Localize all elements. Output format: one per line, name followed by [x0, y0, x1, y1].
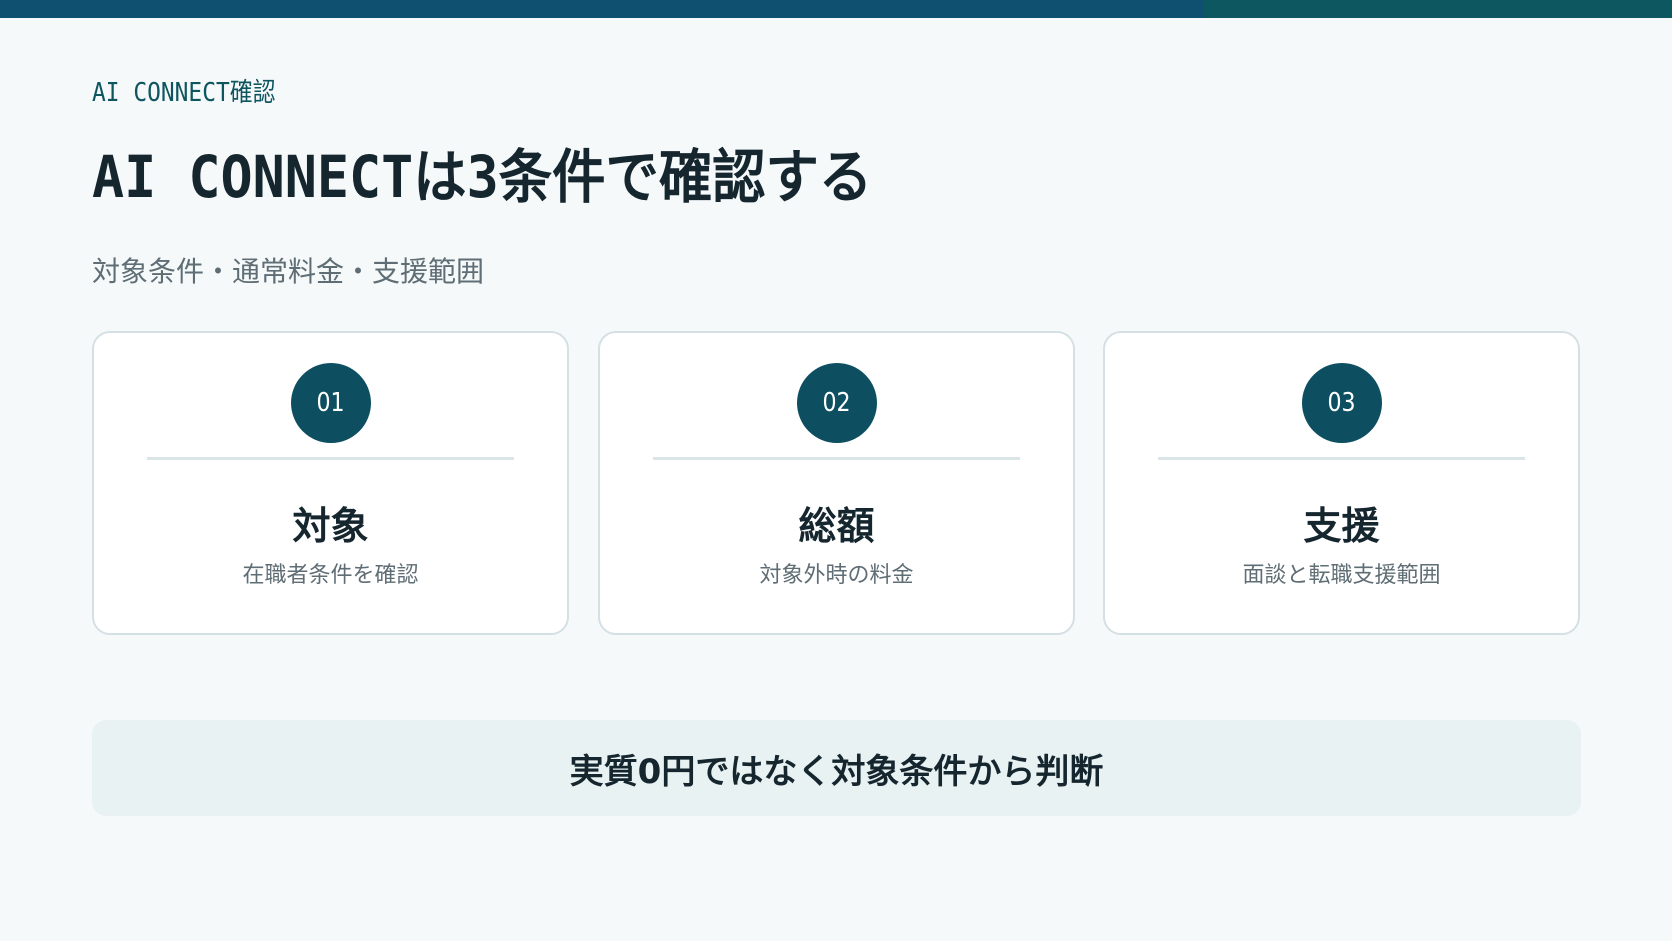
card-title: 総額: [798, 504, 875, 548]
card-title: 支援: [1303, 504, 1380, 548]
card-title: 対象: [292, 504, 369, 548]
page-subtitle: 対象条件・通常料金・支援範囲: [92, 255, 485, 288]
card-divider: [1158, 457, 1525, 460]
top-accent-bar-segment: [1204, 0, 1672, 18]
step-number: 02: [822, 388, 851, 418]
card-description: 対象外時の料金: [759, 563, 914, 588]
condition-card-support: 03 支援 面談と転職支援範囲: [1103, 331, 1580, 635]
card-divider: [147, 457, 514, 460]
card-divider: [653, 457, 1020, 460]
step-number-badge: 02: [796, 363, 877, 443]
step-number: 03: [1327, 388, 1356, 418]
condition-card-target: 01 対象 在職者条件を確認: [92, 331, 569, 635]
eyebrow-label: AI CONNECT確認: [92, 78, 276, 108]
step-number-badge: 01: [290, 363, 371, 443]
step-number: 01: [316, 388, 345, 418]
conclusion-text: 実質0円ではなく対象条件から判断: [569, 751, 1104, 792]
step-number-badge: 03: [1301, 363, 1382, 443]
condition-card-total: 02 総額 対象外時の料金: [598, 331, 1075, 635]
page-title: AI CONNECTは3条件で確認する: [92, 143, 873, 211]
card-description: 在職者条件を確認: [242, 563, 419, 588]
card-description: 面談と転職支援範囲: [1242, 563, 1441, 588]
conclusion-banner: 実質0円ではなく対象条件から判断: [92, 720, 1581, 816]
